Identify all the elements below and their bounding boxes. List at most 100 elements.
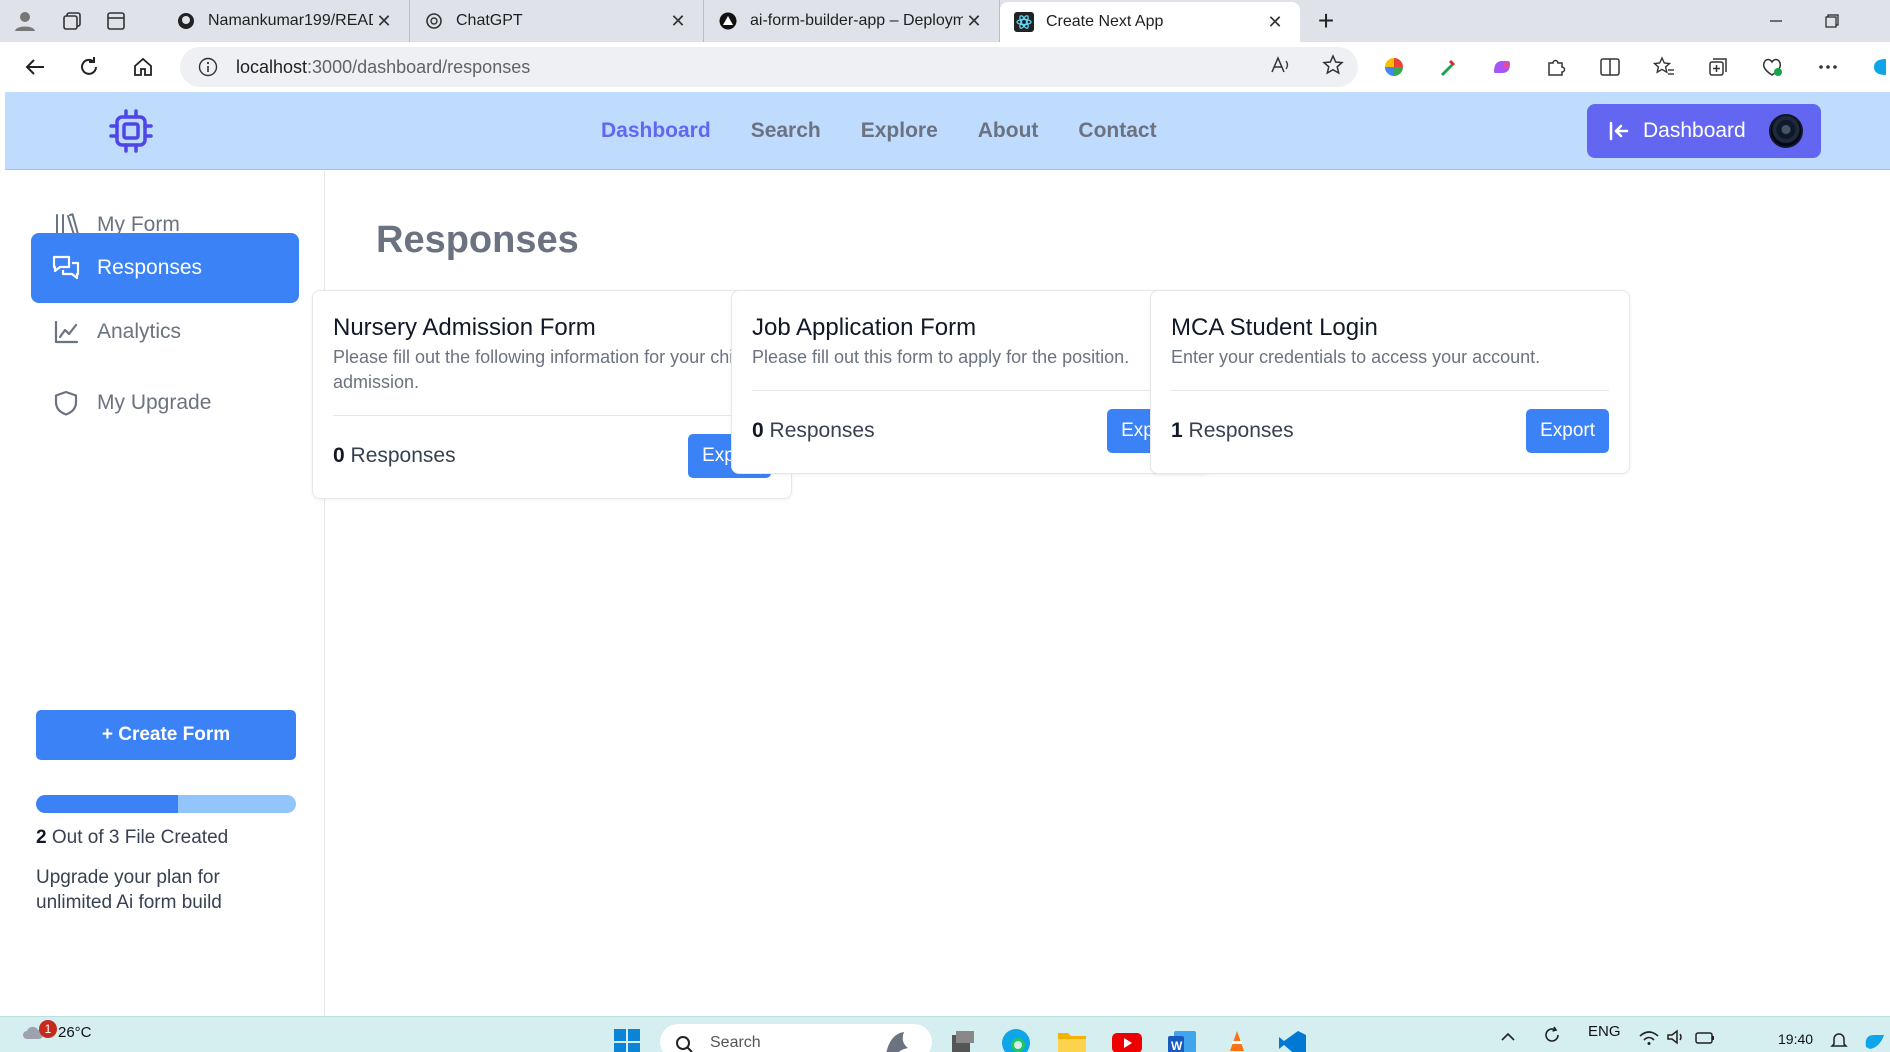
files-created-count: 2	[36, 827, 47, 848]
card-description: Please fill out the following informatio…	[333, 347, 760, 392]
task-view-icon[interactable]	[946, 1027, 980, 1052]
upgrade-note: Upgrade your plan for unlimited Ai form …	[36, 867, 222, 913]
sidebar-item-analytics[interactable]: Analytics	[31, 297, 299, 367]
nav-about[interactable]: About	[978, 119, 1039, 143]
user-avatar[interactable]	[1769, 114, 1803, 148]
nav-search[interactable]: Search	[751, 119, 821, 143]
nav-explore[interactable]: Explore	[861, 119, 938, 143]
response-count-number: 0	[752, 419, 764, 442]
copilot-sidebar-icon[interactable]	[1866, 42, 1890, 92]
browser-tab-3[interactable]: ai-form-builder-app – Deploymen ✕	[704, 0, 1000, 42]
color-wheel-extension-icon[interactable]	[1374, 42, 1414, 92]
card-footer: 0 Responses Export	[333, 434, 771, 478]
minimize-icon[interactable]	[1748, 0, 1804, 42]
response-count: 1 Responses	[1171, 419, 1294, 443]
file-explorer-icon[interactable]	[1056, 1027, 1090, 1052]
shield-icon	[51, 388, 81, 418]
sidebar-item-my-upgrade[interactable]: My Upgrade	[31, 368, 299, 438]
card-title: Nursery Admission Form	[333, 314, 596, 341]
copilot-extension-icon[interactable]	[1482, 42, 1522, 92]
windows-taskbar: 1 26°C Search W ENG 19:40	[0, 1016, 1890, 1052]
favorites-icon[interactable]	[1644, 42, 1684, 92]
card-title: MCA Student Login	[1171, 314, 1378, 341]
response-count-number: 1	[1171, 419, 1183, 442]
browser-tab-1[interactable]: Namankumar199/README.md at ✕	[162, 0, 410, 42]
sidebar-item-label: Responses	[97, 256, 203, 279]
close-icon[interactable]: ✕	[667, 10, 689, 32]
address-bar[interactable]: localhost:3000/dashboard/responses	[180, 47, 1358, 87]
github-icon	[176, 11, 196, 31]
restore-icon[interactable]	[1804, 0, 1860, 42]
weather-widget[interactable]: 1 26°C	[22, 1020, 92, 1041]
info-icon[interactable]	[180, 57, 236, 77]
browser-tab-2[interactable]: ChatGPT ✕	[410, 0, 704, 42]
response-count: 0 Responses	[752, 419, 875, 443]
back-icon[interactable]	[8, 42, 62, 92]
windows-start-icon[interactable]	[612, 1027, 646, 1052]
extensions-puzzle-icon[interactable]	[1536, 42, 1576, 92]
card-description: Enter your credentials to access your ac…	[1171, 347, 1541, 367]
favorite-star-icon[interactable]	[1322, 53, 1344, 81]
new-tab-button[interactable]: +	[1300, 0, 1352, 42]
profile-icon[interactable]	[0, 0, 50, 42]
dashboard-button[interactable]: Dashboard	[1587, 104, 1821, 158]
collections-icon[interactable]	[1698, 42, 1738, 92]
create-form-button[interactable]: + Create Form	[36, 710, 296, 760]
main-content: Responses Nursery Admission Form Please …	[312, 171, 1890, 1016]
vertical-tabs-icon[interactable]	[94, 0, 138, 42]
close-icon[interactable]: ✕	[373, 10, 395, 32]
response-count: 0 Responses	[333, 444, 456, 468]
nav-dashboard[interactable]: Dashboard	[601, 119, 711, 143]
vscode-icon[interactable]	[1276, 1027, 1310, 1052]
word-icon[interactable]: W	[1166, 1027, 1200, 1052]
close-icon[interactable]: ✕	[1264, 11, 1286, 33]
arrow-left-to-line-icon	[1609, 121, 1629, 141]
browser-essentials-icon[interactable]	[1752, 42, 1792, 92]
export-button[interactable]: Export	[1526, 409, 1609, 453]
url-host: localhost	[236, 56, 308, 77]
refresh-icon[interactable]	[62, 42, 116, 92]
form-response-card: Job Application Form Please fill out thi…	[731, 290, 1211, 474]
card-footer: 1 Responses Export	[1171, 409, 1609, 453]
sync-icon[interactable]	[1542, 1025, 1562, 1049]
chevron-up-icon[interactable]	[1500, 1029, 1516, 1046]
dashboard-button-label: Dashboard	[1643, 119, 1746, 142]
battery-icon[interactable]	[1694, 1029, 1716, 1049]
svg-text:W: W	[1171, 1039, 1183, 1052]
more-options-icon[interactable]	[1808, 42, 1848, 92]
taskbar-search-placeholder: Search	[710, 1034, 761, 1051]
card-divider	[1171, 390, 1609, 391]
taskbar-search[interactable]: Search	[660, 1024, 932, 1052]
language-indicator[interactable]: ENG	[1588, 1023, 1621, 1040]
volume-icon[interactable]	[1666, 1029, 1688, 1049]
tab-title: ai-form-builder-app – Deploymen	[750, 12, 963, 29]
cpu-logo-icon[interactable]	[108, 108, 154, 154]
read-aloud-icon[interactable]	[1270, 55, 1292, 80]
close-icon[interactable]: ✕	[963, 10, 985, 32]
notification-bell-icon[interactable]	[1830, 1031, 1848, 1052]
nav-contact[interactable]: Contact	[1078, 119, 1156, 143]
tab-title: Namankumar199/README.md at	[208, 12, 373, 29]
wifi-icon[interactable]	[1638, 1029, 1660, 1049]
copilot-taskbar-icon[interactable]	[1862, 1029, 1888, 1052]
url-text: localhost:3000/dashboard/responses	[236, 57, 530, 78]
colorpick-extension-icon[interactable]	[1428, 42, 1468, 92]
sidebar-item-responses[interactable]: Responses	[31, 233, 299, 303]
workspaces-icon[interactable]	[50, 0, 94, 42]
card-divider	[333, 415, 771, 416]
files-created-text: 2 Out of 3 File Created	[36, 827, 228, 849]
home-icon[interactable]	[116, 42, 170, 92]
response-count-label: Responses	[769, 419, 875, 442]
split-screen-icon[interactable]	[1590, 42, 1630, 92]
tab-title: Create Next App	[1046, 13, 1164, 30]
youtube-icon[interactable]	[1110, 1027, 1144, 1052]
usage-progress-bar	[36, 795, 296, 813]
vlc-icon[interactable]	[1222, 1027, 1256, 1052]
search-icon	[676, 1036, 693, 1052]
app-header: Dashboard Search Explore About Contact D…	[5, 92, 1890, 170]
card-divider	[752, 390, 1190, 391]
taskbar-clock[interactable]: 19:40	[1778, 1031, 1813, 1047]
edge-browser-icon[interactable]	[1000, 1027, 1034, 1052]
browser-tab-4[interactable]: Create Next App ✕	[1000, 2, 1300, 42]
form-response-card: MCA Student Login Enter your credentials…	[1150, 290, 1630, 474]
